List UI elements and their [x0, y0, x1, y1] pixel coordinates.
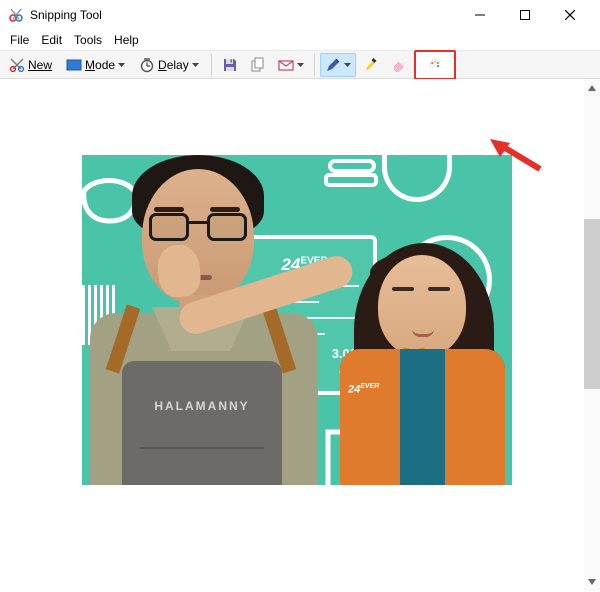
dropdown-arrow-icon [297, 63, 304, 67]
save-button[interactable] [217, 53, 243, 77]
titlebar: Snipping Tool [0, 0, 600, 30]
envelope-icon [278, 57, 294, 73]
window-controls [457, 0, 592, 30]
scissors-icon [9, 57, 25, 73]
pen-icon [325, 57, 341, 73]
close-button[interactable] [547, 0, 592, 30]
send-snip-button[interactable] [273, 53, 309, 77]
canvas-viewport: 24EVER 3.00.00 [0, 79, 600, 591]
pen-button[interactable] [320, 53, 356, 77]
mode-rect-icon [66, 57, 82, 73]
delay-button[interactable]: Delay [134, 53, 206, 77]
maximize-button[interactable] [502, 0, 547, 30]
delay-label: Delay [158, 58, 189, 72]
photo-person-right: 24EVER [308, 247, 512, 485]
eraser-button[interactable] [386, 53, 412, 77]
toolbar-separator [314, 54, 315, 76]
copy-icon [250, 57, 266, 73]
app-icon [8, 7, 24, 23]
menu-tools[interactable]: Tools [68, 31, 108, 49]
dropdown-arrow-icon [118, 63, 125, 67]
scroll-down-icon[interactable] [587, 577, 597, 587]
vertical-scrollbar[interactable] [584, 79, 600, 591]
toolbar: New Mode Delay [0, 50, 600, 79]
paint-3d-icon [427, 57, 443, 73]
mode-button[interactable]: Mode [61, 53, 132, 77]
apron-text: HALAMANNY [122, 399, 282, 413]
dropdown-arrow-icon [192, 63, 199, 67]
menu-file[interactable]: File [4, 31, 35, 49]
highlighter-button[interactable] [358, 53, 384, 77]
eraser-icon [391, 57, 407, 73]
clock-icon [139, 57, 155, 73]
scrollbar-thumb[interactable] [584, 219, 600, 389]
menubar: File Edit Tools Help [0, 30, 600, 50]
save-icon [222, 57, 238, 73]
snip-canvas[interactable]: 24EVER 3.00.00 [82, 155, 512, 485]
highlighter-icon [363, 57, 379, 73]
dropdown-arrow-icon [344, 63, 351, 67]
minimize-button[interactable] [457, 0, 502, 30]
bg-cup-icon [382, 155, 452, 202]
copy-button[interactable] [245, 53, 271, 77]
content-area: 24EVER 3.00.00 [0, 79, 600, 591]
menu-edit[interactable]: Edit [35, 31, 68, 49]
vest-logo: 24EVER [348, 383, 379, 396]
new-snip-button[interactable]: New [4, 53, 59, 77]
menu-help[interactable]: Help [108, 31, 145, 49]
scroll-up-icon[interactable] [587, 83, 597, 93]
mode-label: Mode [85, 58, 115, 72]
toolbar-separator [211, 54, 212, 76]
new-label: New [28, 58, 52, 72]
window-title: Snipping Tool [30, 8, 457, 22]
edit-with-paint3d-button[interactable] [414, 50, 456, 80]
